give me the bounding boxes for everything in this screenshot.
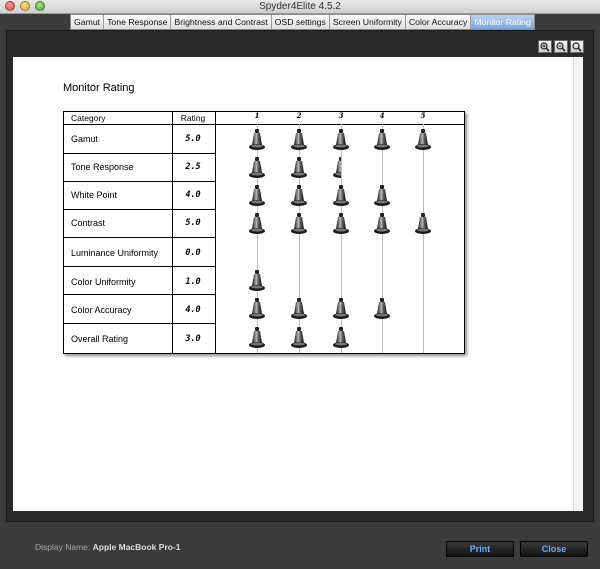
display-name-value: Apple MacBook Pro-1	[92, 542, 181, 552]
calibrator-icon	[331, 185, 351, 207]
calibrator-icon	[331, 327, 351, 349]
calibrator-icon	[289, 213, 309, 235]
header-rating: Rating	[180, 113, 206, 123]
calibrator-icon	[247, 157, 267, 179]
display-name-label: Display Name:	[35, 542, 91, 552]
tab-bar: Gamut Tone Response Brightness and Contr…	[70, 14, 535, 30]
display-name: Display Name: Apple MacBook Pro-1	[35, 542, 181, 552]
calibrator-icon	[247, 327, 267, 349]
calibrator-icon	[289, 185, 309, 207]
calibrator-icon	[289, 129, 309, 151]
rating-value: 2.5	[185, 162, 201, 172]
rating-value: 0.0	[185, 248, 201, 258]
row-divider	[64, 294, 215, 295]
header-divider	[64, 124, 464, 125]
rating-value: 3.0	[185, 334, 201, 344]
table-row: Luminance Uniformity 0.0	[64, 238, 464, 266]
scale-gridline	[423, 124, 424, 353]
tab-gamut[interactable]: Gamut	[71, 15, 105, 29]
category-label: Color Uniformity	[71, 277, 136, 287]
tab-brightness-contrast[interactable]: Brightness and Contrast	[171, 15, 272, 29]
tab-tone-response[interactable]: Tone Response	[104, 15, 172, 29]
scale-number: 5	[420, 111, 426, 120]
scale-number: 2	[296, 111, 302, 120]
row-divider	[64, 209, 215, 210]
tab-osd-settings[interactable]: OSD settings	[272, 15, 330, 29]
scale-number: 3	[338, 111, 344, 120]
report-page: Monitor Rating Category Rating Gamut 5.0…	[13, 57, 583, 511]
rating-table: Category Rating Gamut 5.0 Tone Response …	[63, 111, 465, 354]
rating-value: 4.0	[185, 190, 201, 200]
calibrator-icon	[331, 298, 351, 320]
window-title: Spyder4Elite 4.5.2	[259, 1, 341, 12]
calibrator-icon	[372, 298, 392, 320]
calibrator-icon	[247, 213, 267, 235]
category-label: Overall Rating	[71, 334, 129, 344]
category-label: Gamut	[71, 134, 99, 144]
calibrator-icon	[289, 298, 309, 320]
scale-number: 4	[379, 111, 385, 120]
calibrator-half-icon	[331, 157, 341, 179]
rating-value: 1.0	[185, 277, 201, 287]
rating-value: 4.0	[185, 305, 201, 315]
category-label: Luminance Uniformity	[71, 248, 159, 258]
calibrator-icon	[331, 129, 351, 151]
vertical-scrollbar[interactable]	[573, 57, 583, 511]
calibrator-icon	[247, 185, 267, 207]
row-divider	[64, 181, 215, 182]
category-label: Color Accuracy	[71, 305, 132, 315]
calibrator-icon	[289, 327, 309, 349]
calibrator-icon	[289, 157, 309, 179]
row-divider	[64, 266, 215, 267]
category-label: White Point	[71, 190, 118, 200]
row-divider	[64, 237, 215, 238]
scale-number: 1	[254, 111, 260, 120]
title-bar: Spyder4Elite 4.5.2	[0, 0, 600, 14]
calibrator-icon	[331, 213, 351, 235]
zoom-controls	[538, 40, 584, 53]
tab-screen-uniformity[interactable]: Screen Uniformity	[330, 15, 406, 29]
tab-monitor-rating[interactable]: Monitor Rating	[471, 15, 534, 29]
row-divider	[64, 323, 215, 324]
zoom-out-icon[interactable]	[554, 40, 568, 53]
calibrator-icon	[413, 213, 433, 235]
row-divider	[64, 153, 215, 154]
category-label: Tone Response	[71, 162, 134, 172]
close-button[interactable]: Close	[520, 541, 588, 557]
zoom-fit-icon[interactable]	[570, 40, 584, 53]
calibrator-icon	[247, 129, 267, 151]
calibrator-icon	[372, 185, 392, 207]
tab-color-accuracy[interactable]: Color Accuracy	[406, 15, 472, 29]
zoom-in-icon[interactable]	[538, 40, 552, 53]
calibrator-icon	[413, 129, 433, 151]
rating-value: 5.0	[185, 134, 201, 144]
category-label: Contrast	[71, 218, 106, 228]
header-category: Category	[71, 113, 106, 123]
calibrator-icon	[372, 213, 392, 235]
print-button[interactable]: Print	[446, 541, 514, 557]
calibrator-icon	[247, 298, 267, 320]
calibrator-icon	[372, 129, 392, 151]
calibrator-icon	[247, 270, 267, 292]
report-title: Monitor Rating	[63, 82, 135, 94]
rating-value: 5.0	[185, 218, 201, 228]
